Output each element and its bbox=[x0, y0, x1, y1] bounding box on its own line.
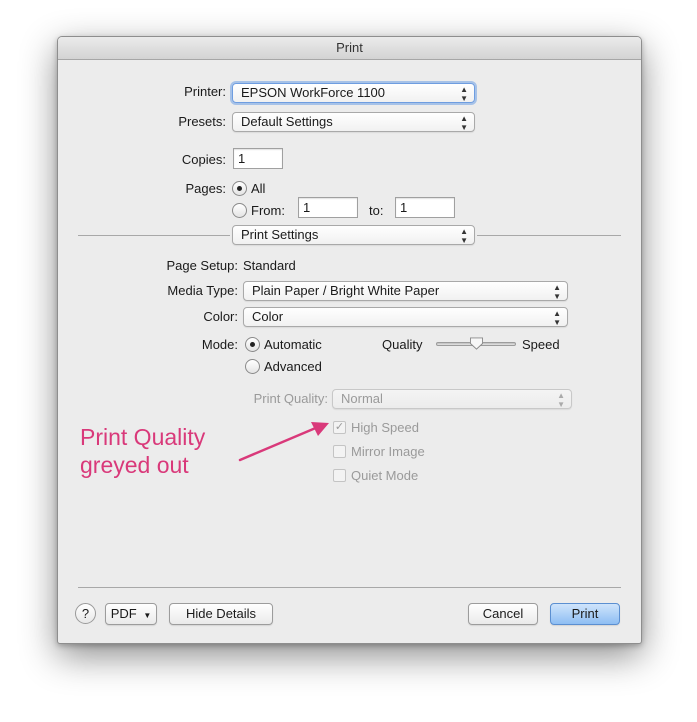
printer-label: Printer: bbox=[184, 84, 226, 99]
print-quality-select[interactable]: Normal ▲ ▼ bbox=[332, 389, 572, 409]
page-setup-label: Page Setup: bbox=[166, 258, 238, 273]
presets-label: Presets: bbox=[178, 114, 226, 129]
separator-left bbox=[78, 235, 230, 236]
mirror-image-checkbox[interactable] bbox=[333, 445, 346, 458]
printer-select[interactable]: EPSON WorkForce 1100 ▲ ▼ bbox=[232, 83, 475, 103]
mode-advanced-radio[interactable] bbox=[245, 359, 260, 374]
stepper-arrows-icon: ▲ ▼ bbox=[460, 227, 468, 245]
stepper-arrows-icon: ▲ ▼ bbox=[553, 283, 561, 301]
page-setup-value: Standard bbox=[243, 258, 296, 273]
pages-from-label: From: bbox=[251, 203, 285, 218]
color-value: Color bbox=[252, 309, 284, 324]
mode-automatic-radio[interactable] bbox=[245, 337, 260, 352]
pdf-menu-button[interactable]: PDF ▼ bbox=[105, 603, 157, 625]
mirror-image-label: Mirror Image bbox=[351, 444, 425, 459]
mode-automatic-label: Automatic bbox=[264, 337, 322, 352]
section-menu-value: Print Settings bbox=[241, 227, 319, 242]
annotation-line-1: Print Quality bbox=[80, 424, 206, 450]
window-title: Print bbox=[58, 37, 641, 60]
dropdown-triangle-icon: ▼ bbox=[143, 611, 152, 620]
cancel-button[interactable]: Cancel bbox=[468, 603, 538, 625]
stepper-arrows-icon: ▲ ▼ bbox=[553, 309, 561, 327]
color-select[interactable]: Color ▲ ▼ bbox=[243, 307, 568, 327]
pages-label: Pages: bbox=[185, 181, 226, 196]
mode-advanced-label: Advanced bbox=[264, 359, 322, 374]
quiet-mode-checkbox[interactable] bbox=[333, 469, 346, 482]
printer-value: EPSON WorkForce 1100 bbox=[241, 85, 386, 100]
presets-value: Default Settings bbox=[241, 114, 333, 129]
print-button[interactable]: Print bbox=[550, 603, 620, 625]
pages-from-radio[interactable] bbox=[232, 203, 247, 218]
pdf-label: PDF bbox=[110, 606, 137, 621]
annotation-arrow-icon bbox=[238, 422, 329, 462]
stepper-arrows-icon: ▲ ▼ bbox=[460, 114, 468, 132]
print-dialog: Print Printer: EPSON WorkForce 1100 ▲ ▼ P… bbox=[57, 36, 642, 644]
section-menu-select[interactable]: Print Settings ▲ ▼ bbox=[232, 225, 475, 245]
quality-label: Quality bbox=[382, 337, 423, 352]
footer-separator bbox=[78, 587, 621, 588]
high-speed-label: High Speed bbox=[351, 420, 419, 435]
quiet-mode-label: Quiet Mode bbox=[351, 468, 419, 483]
high-speed-checkbox[interactable]: ✓ bbox=[333, 421, 346, 434]
stepper-arrows-icon: ▲ ▼ bbox=[460, 85, 468, 103]
copies-label: Copies: bbox=[181, 152, 226, 167]
slider-knob-icon[interactable] bbox=[469, 337, 484, 350]
pages-to-field[interactable]: 1 bbox=[395, 197, 455, 218]
print-quality-value: Normal bbox=[341, 391, 383, 406]
separator-right bbox=[477, 235, 621, 236]
pages-all-radio[interactable] bbox=[232, 181, 247, 196]
copies-field[interactable]: 1 bbox=[233, 148, 283, 169]
annotation-line-2: greyed out bbox=[80, 452, 189, 478]
speed-label: Speed bbox=[522, 337, 560, 352]
media-type-value: Plain Paper / Bright White Paper bbox=[252, 283, 440, 298]
pages-from-field[interactable]: 1 bbox=[298, 197, 358, 218]
mode-label: Mode: bbox=[201, 337, 238, 352]
annotation-text: Print Quality greyed out bbox=[80, 423, 205, 479]
pages-to-label: to: bbox=[369, 203, 384, 218]
presets-select[interactable]: Default Settings ▲ ▼ bbox=[232, 112, 475, 132]
stepper-arrows-icon: ▲ ▼ bbox=[557, 391, 565, 409]
color-label: Color: bbox=[203, 309, 238, 324]
print-quality-label: Print Quality: bbox=[253, 391, 328, 406]
pages-all-label: All bbox=[251, 181, 266, 196]
media-type-label: Media Type: bbox=[167, 283, 238, 298]
hide-details-button[interactable]: Hide Details bbox=[169, 603, 273, 625]
media-type-select[interactable]: Plain Paper / Bright White Paper ▲ ▼ bbox=[243, 281, 568, 301]
help-button[interactable]: ? bbox=[75, 603, 96, 624]
